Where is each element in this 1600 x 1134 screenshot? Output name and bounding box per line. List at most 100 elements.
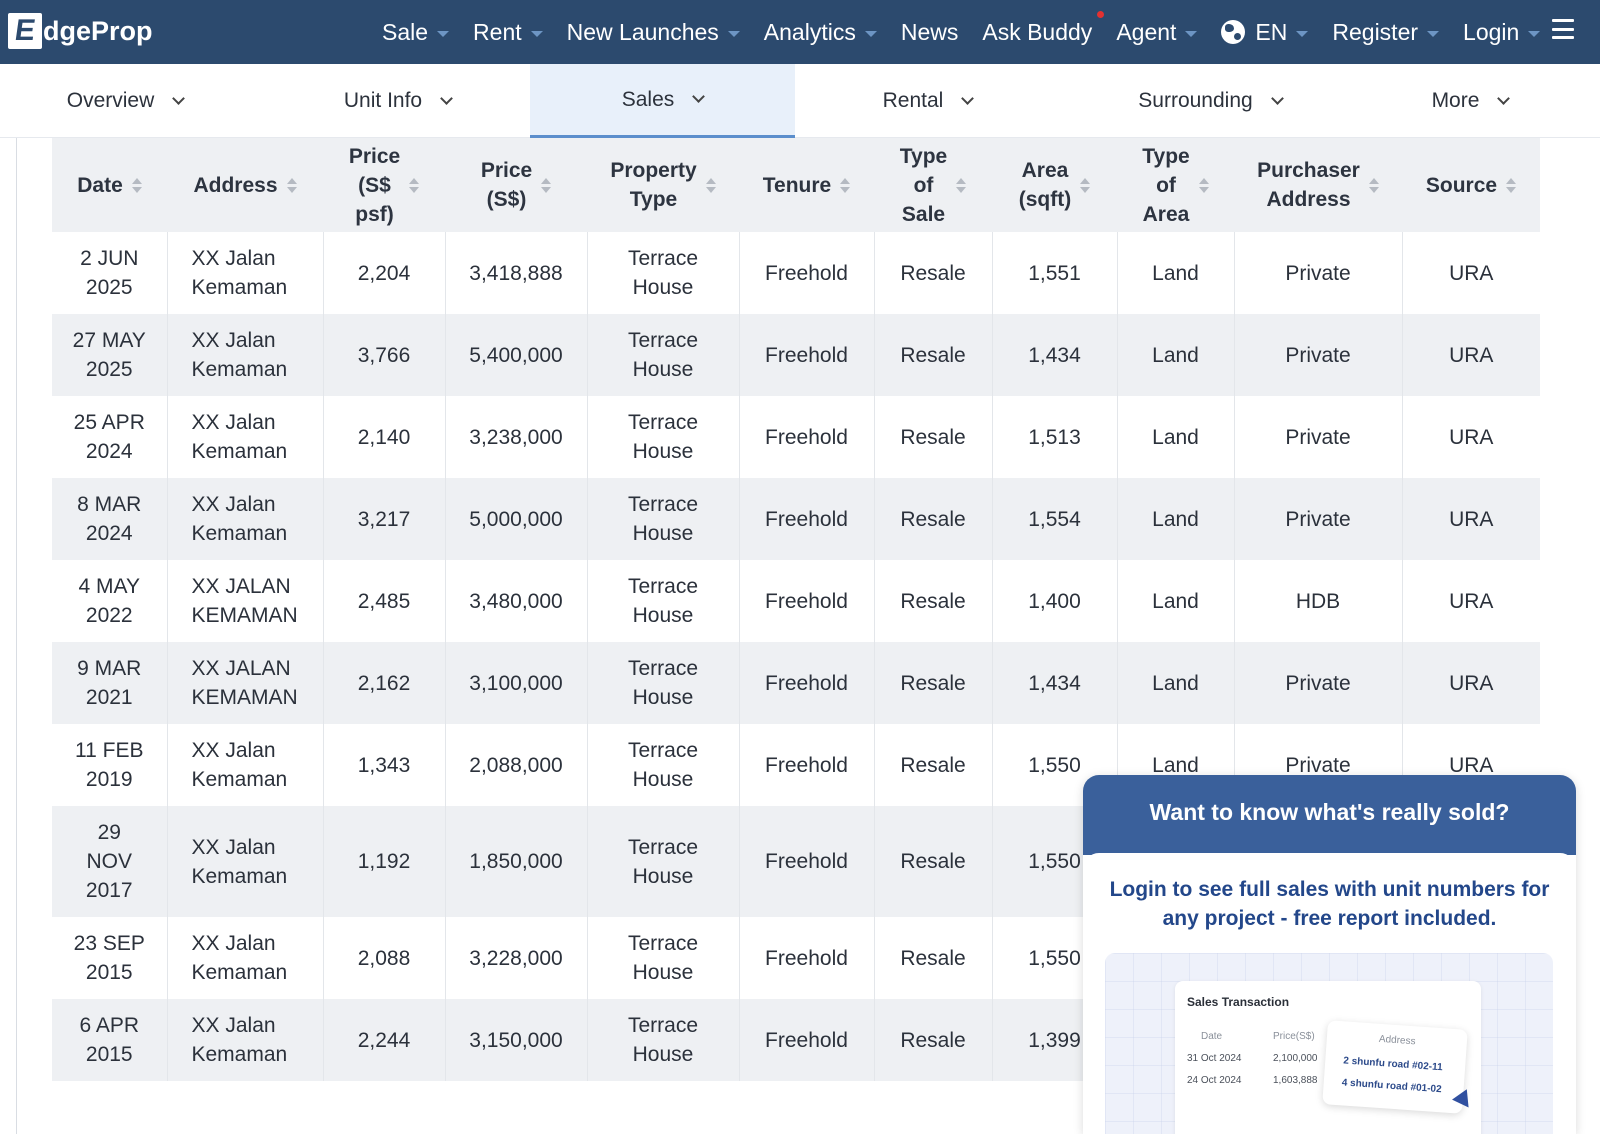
preview-row-price: 1,603,888: [1273, 1075, 1318, 1086]
nav-rent[interactable]: Rent: [461, 19, 555, 46]
nav-agent[interactable]: Agent: [1104, 19, 1209, 46]
header-label: Source: [1426, 171, 1497, 200]
sort-icon[interactable]: [1080, 177, 1091, 193]
cell-price: 3,228,000: [445, 917, 588, 999]
cell-sale: Resale: [874, 314, 993, 396]
header-label: Date: [77, 171, 123, 200]
cell-area: 1,434: [992, 314, 1118, 396]
login-promo-popup[interactable]: Want to know what's really sold? Login t…: [1083, 775, 1576, 1134]
header-label-line: Type: [899, 144, 948, 168]
section-tabs: Overview Unit Info Sales Rental Surrounding M…: [0, 64, 1600, 138]
cell-line: House: [632, 1043, 694, 1066]
cell-line: 25 APR: [73, 411, 145, 434]
hamburger-menu-icon[interactable]: [1552, 19, 1574, 39]
table-header-row: Date Address Price (S$ psf) Price (S$) Property…: [52, 138, 1540, 232]
header-label-line: of: [913, 173, 934, 197]
notification-dot-icon: [1097, 10, 1105, 18]
header-content: Source: [1426, 171, 1517, 200]
nav-sale[interactable]: Sale: [370, 19, 461, 46]
column-header[interactable]: Date: [52, 138, 167, 232]
table-row[interactable]: 9 MAR 2021 XX JALAN KEMAMAN 2,162 3,100,000 Te…: [52, 642, 1540, 724]
login-link[interactable]: Login: [1451, 19, 1552, 46]
sort-icon[interactable]: [409, 177, 420, 193]
column-header[interactable]: Type of Sale: [874, 138, 992, 232]
tab-sales[interactable]: Sales: [530, 64, 795, 138]
table-row[interactable]: 2 JUN 2025 XX Jalan Kemaman 2,204 3,418,888 Te…: [52, 232, 1540, 314]
column-header[interactable]: Property Type: [587, 138, 739, 232]
cell-tenure: Freehold: [739, 917, 875, 999]
cell-sale: Resale: [874, 806, 993, 917]
cell-line: 4 MAY: [78, 575, 140, 598]
column-header[interactable]: Purchaser Address: [1234, 138, 1402, 232]
sort-icon[interactable]: [840, 177, 851, 193]
cell-area-type: Land: [1117, 232, 1235, 314]
cell-type: Terrace House: [587, 724, 740, 806]
edgeprop-logo[interactable]: dgeProp: [8, 12, 153, 50]
cell-line: Terrace: [627, 493, 699, 516]
cell-line: Terrace: [627, 835, 699, 859]
cell-price: 5,400,000: [445, 314, 588, 396]
nav-ask-buddy[interactable]: Ask Buddy: [970, 10, 1105, 46]
cell-line: House: [632, 440, 694, 463]
cell-tenure: Freehold: [739, 396, 875, 478]
nav-label: News: [900, 18, 959, 45]
header-label: Price (S$ psf): [349, 142, 400, 229]
cell-purchaser: Private: [1234, 396, 1403, 478]
column-header[interactable]: Price (S$ psf): [323, 138, 445, 232]
sort-icon[interactable]: [705, 177, 716, 193]
header-content: Date: [77, 171, 142, 200]
cell-sale: Resale: [874, 478, 993, 560]
cell-line: 2019: [85, 768, 133, 791]
cell-area-type: Land: [1117, 314, 1235, 396]
cell-line: 2015: [85, 961, 133, 984]
column-header[interactable]: Tenure: [739, 138, 874, 232]
column-header[interactable]: Type of Area: [1117, 138, 1234, 232]
tab-surrounding[interactable]: Surrounding: [1060, 64, 1360, 138]
nav-news[interactable]: News: [889, 19, 971, 46]
table-row[interactable]: 4 MAY 2022 XX JALAN KEMAMAN 2,485 3,480,000 Te…: [52, 560, 1540, 642]
column-header[interactable]: Address: [167, 138, 323, 232]
header-label-line: (S$: [358, 173, 391, 197]
register-link[interactable]: Register: [1320, 19, 1451, 46]
tab-unit-info[interactable]: Unit Info: [265, 64, 530, 138]
header-label-line: Date: [77, 173, 123, 197]
sort-icon[interactable]: [1368, 177, 1379, 193]
table-row[interactable]: 25 APR 2024 XX Jalan Kemaman 2,140 3,238,000 T…: [52, 396, 1540, 478]
language-selector[interactable]: EN: [1209, 19, 1320, 46]
header-label-line: Tenure: [762, 173, 832, 197]
sort-icon[interactable]: [131, 177, 142, 193]
cell-line: Terrace: [627, 247, 699, 270]
preview-address: 4 shunfu road #01-02: [1341, 1077, 1442, 1096]
column-header[interactable]: Price (S$): [445, 138, 587, 232]
sort-icon[interactable]: [1198, 177, 1209, 193]
sort-icon[interactable]: [1506, 177, 1517, 193]
table-row[interactable]: 27 MAY 2025 XX Jalan Kemaman 3,766 5,400,000 T…: [52, 314, 1540, 396]
header-label-line: psf): [355, 202, 394, 226]
header-label-line: Address: [193, 173, 278, 197]
header-label: Tenure: [763, 171, 831, 200]
cell-line: 2015: [85, 1043, 133, 1066]
header-label-line: Source: [1425, 173, 1498, 197]
cell-type: Terrace House: [587, 396, 740, 478]
table-row[interactable]: 8 MAR 2024 XX Jalan Kemaman 3,217 5,000,000 Te…: [52, 478, 1540, 560]
nav-analytics[interactable]: Analytics: [752, 19, 889, 46]
tab-label: Surrounding: [1138, 89, 1253, 112]
nav-new-launches[interactable]: New Launches: [555, 19, 752, 46]
preview-address-card: Address 2 shunfu road #02-11 4 shunfu ro…: [1322, 1020, 1468, 1114]
cell-line: Kemaman: [191, 440, 288, 463]
cell-line: XX Jalan: [191, 835, 276, 859]
sort-icon[interactable]: [541, 177, 552, 193]
tab-rental[interactable]: Rental: [795, 64, 1060, 138]
cell-psf: 1,343: [323, 724, 446, 806]
cell-sale: Resale: [874, 999, 993, 1081]
header-label: Property Type: [610, 156, 696, 214]
cell-line: 2025: [85, 358, 133, 381]
column-header[interactable]: Area (sqft): [992, 138, 1117, 232]
header-content: Type of Area: [1142, 142, 1209, 229]
sort-icon[interactable]: [956, 177, 967, 193]
tab-more[interactable]: More: [1340, 64, 1600, 138]
tab-overview[interactable]: Overview: [0, 64, 250, 138]
sort-icon[interactable]: [286, 177, 297, 193]
cell-area-type: Land: [1117, 560, 1235, 642]
column-header[interactable]: Source: [1402, 138, 1540, 232]
